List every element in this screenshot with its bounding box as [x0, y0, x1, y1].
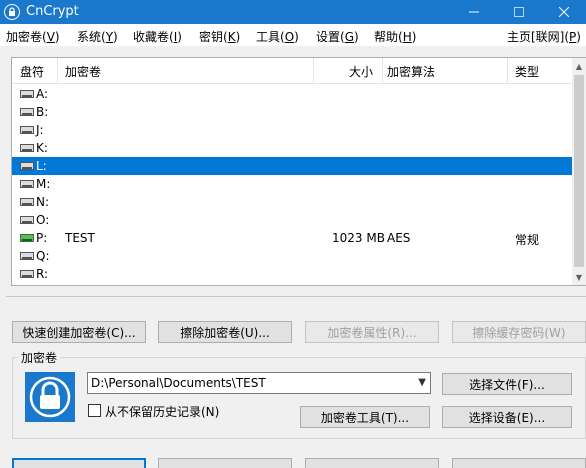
- scroll-down-arrow-icon[interactable]: ▼: [572, 269, 586, 285]
- drive-row[interactable]: N:: [12, 193, 572, 211]
- drive-rows: A: B: J: K: L: M: N: O: P: TEST 1023 MB AES 常规 Q: R:: [12, 85, 572, 283]
- column-divider: [313, 58, 314, 84]
- remove-volume-button[interactable]: 擦除加密卷(U)...: [158, 321, 292, 343]
- drive-icon: [20, 126, 34, 134]
- quick-create-volume-button[interactable]: 快速创建加密卷(C)...: [12, 321, 146, 343]
- app-lock-icon: [4, 4, 20, 20]
- auto-mount-button[interactable]: [158, 458, 292, 468]
- dismount-all-button[interactable]: [305, 458, 439, 468]
- drive-icon: [20, 216, 34, 224]
- mount-button[interactable]: [12, 458, 146, 468]
- drive-icon: [20, 234, 34, 242]
- volume-cell: TEST: [65, 231, 95, 245]
- drive-letter: A:: [36, 87, 49, 101]
- drive-icon: [20, 198, 34, 206]
- drive-letter: L:: [36, 159, 47, 173]
- drive-icon: [20, 162, 34, 170]
- drive-letter: K:: [36, 141, 48, 155]
- drive-icon: [20, 90, 34, 98]
- menu-system[interactable]: 系统(Y): [77, 28, 118, 45]
- menu-keyfiles[interactable]: 密钥(K): [199, 28, 240, 45]
- maximize-button[interactable]: [497, 0, 541, 24]
- drive-row[interactable]: R:: [12, 265, 572, 283]
- drive-icon: [20, 144, 34, 152]
- drive-row[interactable]: J:: [12, 121, 572, 139]
- drive-list-scrollbar[interactable]: ▲ ▼: [572, 58, 586, 285]
- separator: [6, 296, 586, 297]
- wipe-cache-button[interactable]: 擦除缓存密码(W): [452, 321, 586, 343]
- select-device-button[interactable]: 选择设备(E)...: [442, 406, 572, 428]
- column-divider: [57, 58, 58, 84]
- column-drive[interactable]: 盘符: [20, 63, 44, 80]
- drive-row[interactable]: O:: [12, 211, 572, 229]
- menu-volumes[interactable]: 加密卷(V): [6, 28, 60, 45]
- drive-row[interactable]: M:: [12, 175, 572, 193]
- drive-icon: [20, 108, 34, 116]
- menu-homepage[interactable]: 主页[联网](P): [507, 28, 581, 45]
- column-type[interactable]: 类型: [515, 63, 539, 80]
- volume-group-title: 加密卷: [18, 349, 61, 366]
- volume-tools-button[interactable]: 加密卷工具(T)...: [300, 406, 430, 428]
- drive-icon: [20, 252, 34, 260]
- drive-row[interactable]: Q:: [12, 247, 572, 265]
- exit-button[interactable]: [452, 458, 586, 468]
- volume-lock-icon: [25, 372, 75, 422]
- volume-path-combobox[interactable]: D:\Personal\Documents\TEST ▼: [87, 372, 431, 394]
- drive-row[interactable]: K:: [12, 139, 572, 157]
- drive-letter: J:: [36, 123, 44, 137]
- volume-properties-button[interactable]: 加密卷属性(R)...: [305, 321, 439, 343]
- type-cell: 常规: [515, 233, 540, 247]
- drive-letter: P:: [36, 231, 48, 245]
- window-title: CnCrypt: [26, 4, 79, 19]
- title-bar: CnCrypt: [0, 0, 586, 24]
- drive-icon: [20, 270, 34, 278]
- volume-path-value: D:\Personal\Documents\TEST: [91, 376, 266, 390]
- size-cell: 1023 MB: [332, 231, 385, 245]
- drive-letter: B:: [36, 105, 49, 119]
- algorithm-cell: AES: [387, 231, 411, 245]
- scroll-thumb[interactable]: [574, 75, 584, 267]
- chevron-down-icon[interactable]: ▼: [418, 377, 426, 388]
- menu-tools[interactable]: 工具(O): [256, 28, 299, 45]
- drive-row[interactable]: B:: [12, 103, 572, 121]
- never-save-history-label[interactable]: 从不保留历史记录(N): [105, 403, 219, 420]
- drive-row[interactable]: P: TEST 1023 MB AES 常规: [12, 229, 572, 247]
- drive-letter: N:: [36, 195, 50, 209]
- drive-icon: [20, 180, 34, 188]
- drive-letter: O:: [36, 213, 50, 227]
- column-divider: [507, 58, 508, 84]
- menu-help[interactable]: 帮助(H): [374, 28, 416, 45]
- menu-settings[interactable]: 设置(G): [316, 28, 359, 45]
- drive-list-header: 盘符 加密卷 大小 加密算法 类型: [12, 58, 572, 84]
- column-divider: [382, 58, 383, 84]
- drive-row[interactable]: L:: [12, 157, 572, 175]
- select-file-button[interactable]: 选择文件(F)...: [442, 373, 572, 395]
- drive-letter: R:: [36, 267, 49, 281]
- drive-letter: Q:: [36, 249, 50, 263]
- menu-bar: 加密卷(V) 系统(Y) 收藏卷(I) 密钥(K) 工具(O) 设置(G) 帮助…: [0, 24, 586, 46]
- column-algorithm[interactable]: 加密算法: [387, 63, 435, 80]
- minimize-button[interactable]: [452, 0, 496, 24]
- close-button[interactable]: [542, 0, 586, 24]
- menu-favorites[interactable]: 收藏卷(I): [133, 28, 182, 45]
- cncrypt-window: CnCrypt 加密卷(V) 系统(Y) 收藏卷(I) 密钥(K) 工具(O) …: [0, 0, 586, 468]
- column-volume[interactable]: 加密卷: [65, 63, 101, 80]
- never-save-history-checkbox[interactable]: [88, 404, 101, 417]
- drive-row[interactable]: A:: [12, 85, 572, 103]
- drive-letter: M:: [36, 177, 51, 191]
- column-size[interactable]: 大小: [349, 63, 373, 80]
- drive-list[interactable]: 盘符 加密卷 大小 加密算法 类型 A: B: J: K: L: M: N: O: P: TEST…: [11, 57, 586, 286]
- scroll-up-arrow-icon[interactable]: ▲: [572, 58, 586, 74]
